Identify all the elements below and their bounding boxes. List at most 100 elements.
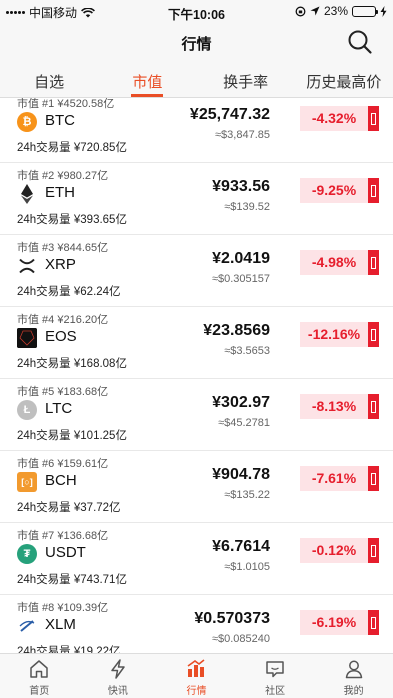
price-cny: ¥933.56: [212, 178, 270, 195]
market-cap-rank: 市值 #3 ¥844.65亿: [17, 242, 109, 254]
volume-24h: 24h交易量 ¥393.65亿: [17, 214, 127, 226]
change-badge[interactable]: -4.98%: [300, 250, 368, 275]
market-chart-icon: [188, 659, 205, 677]
coin-row[interactable]: 市值 #7 ¥136.68亿 ₮ USDT 24h交易量 ¥743.71亿 ¥6.761…: [0, 523, 393, 595]
coin-row[interactable]: 市值 #8 ¥109.39亿 XLM 24h交易量 ¥19.22亿 ¥0.570373…: [0, 595, 393, 653]
change-badge[interactable]: -7.61%: [300, 466, 368, 491]
price-usd: ≈$0.305157: [211, 273, 270, 285]
trend-chart-icon[interactable]: [368, 466, 379, 491]
market-cap-rank: 市值 #1 ¥4520.58亿: [17, 98, 115, 110]
price-cny: ¥302.97: [212, 394, 270, 411]
tabbar-profile[interactable]: 我的: [314, 654, 393, 698]
tab-all-time-high[interactable]: 历史最高价: [295, 62, 393, 97]
litecoin-icon: Ł: [17, 400, 37, 420]
tether-icon: ₮: [17, 544, 37, 564]
home-icon: [30, 660, 49, 678]
market-cap-rank: 市值 #7 ¥136.68亿: [17, 530, 109, 542]
change-badge[interactable]: -12.16%: [300, 322, 368, 347]
tab-market-cap[interactable]: 市值: [98, 62, 196, 97]
volume-24h: 24h交易量 ¥19.22亿: [17, 646, 121, 653]
volume-24h: 24h交易量 ¥37.72亿: [17, 502, 121, 514]
page-title: 行情: [181, 36, 212, 53]
charging-icon: [380, 5, 387, 17]
trend-chart-icon[interactable]: [368, 322, 379, 347]
price-usd: ≈$139.52: [224, 201, 270, 213]
battery-icon: [352, 5, 378, 17]
coin-symbol: ETH: [45, 184, 75, 201]
trend-chart-icon[interactable]: [368, 394, 379, 419]
ripple-icon: [17, 256, 37, 276]
change-badge[interactable]: -0.12%: [300, 538, 368, 563]
price-cny: ¥0.570373: [194, 610, 270, 627]
volume-24h: 24h交易量 ¥62.24亿: [17, 286, 121, 298]
trend-chart-icon[interactable]: [368, 250, 379, 275]
price-usd: ≈$3.5653: [224, 345, 270, 357]
coin-row[interactable]: 市值 #5 ¥183.68亿 Ł LTC 24h交易量 ¥101.25亿 ¥302.97…: [0, 379, 393, 451]
market-cap-rank: 市值 #6 ¥159.61亿: [17, 458, 109, 470]
change-badge[interactable]: -8.13%: [300, 394, 368, 419]
price-usd: ≈$135.22: [224, 489, 270, 501]
coin-symbol: LTC: [45, 400, 73, 417]
tab-turnover[interactable]: 换手率: [197, 62, 295, 97]
coin-row[interactable]: 市值 #6 ¥159.61亿 [○] BCH 24h交易量 ¥37.72亿 ¥904.7…: [0, 451, 393, 523]
price-cny: ¥23.8569: [203, 322, 270, 339]
location-icon: [310, 6, 320, 16]
search-icon[interactable]: [347, 29, 373, 55]
user-icon: [345, 660, 362, 679]
tabbar-home[interactable]: 首页: [0, 654, 79, 698]
coin-row[interactable]: 市值 #3 ¥844.65亿 XRP 24h交易量 ¥62.24亿 ¥2.0419 ≈$…: [0, 235, 393, 307]
tab-watchlist[interactable]: 自选: [0, 62, 98, 97]
trend-chart-icon[interactable]: [368, 106, 379, 131]
tabbar-label: 社区: [265, 686, 286, 697]
tabbar-label: 快讯: [107, 686, 128, 697]
volume-24h: 24h交易量 ¥168.08亿: [17, 358, 127, 370]
bitcoin-cash-icon: [○]: [17, 472, 37, 492]
trend-chart-icon[interactable]: [368, 178, 379, 203]
ethereum-icon: [17, 184, 37, 204]
coin-row[interactable]: 市值 #1 ¥4520.58亿 ₿ BTC 24h交易量 ¥720.85亿 ¥25,74…: [0, 98, 393, 163]
coin-row[interactable]: 市值 #4 ¥216.20亿 EOS 24h交易量 ¥168.08亿 ¥23.8569…: [0, 307, 393, 379]
market-tabs: 自选 市值 换手率 历史最高价: [0, 62, 393, 98]
market-cap-rank: 市值 #5 ¥183.68亿: [17, 386, 109, 398]
market-cap-rank: 市值 #8 ¥109.39亿: [17, 602, 109, 614]
coin-symbol: USDT: [45, 544, 86, 561]
status-bar: 中国移动 下午10:06 23%: [0, 0, 393, 22]
eos-icon: [17, 328, 37, 348]
bottom-tab-bar: 首页 快讯 行情 社区 我的: [0, 653, 393, 698]
price-usd: ≈$3,847.85: [215, 129, 270, 141]
volume-24h: 24h交易量 ¥743.71亿: [17, 574, 127, 586]
price-usd: ≈$1.0105: [224, 561, 270, 573]
coin-row[interactable]: 市值 #2 ¥980.27亿 ETH 24h交易量 ¥393.65亿 ¥933.56 ≈…: [0, 163, 393, 235]
chat-icon: [266, 661, 284, 678]
coin-symbol: XRP: [45, 256, 76, 273]
change-badge[interactable]: -9.25%: [300, 178, 368, 203]
tabbar-label: 我的: [343, 686, 364, 697]
battery-percent: 23%: [323, 4, 348, 18]
coin-list[interactable]: 市值 #1 ¥4520.58亿 ₿ BTC 24h交易量 ¥720.85亿 ¥25,74…: [0, 98, 393, 653]
trend-chart-icon[interactable]: [368, 610, 379, 635]
change-badge[interactable]: -4.32%: [300, 106, 368, 131]
price-cny: ¥2.0419: [212, 250, 270, 267]
bitcoin-icon: ₿: [17, 112, 37, 132]
stellar-icon: [17, 616, 37, 636]
tabbar-label: 行情: [186, 686, 207, 697]
volume-24h: 24h交易量 ¥720.85亿: [17, 142, 127, 154]
price-usd: ≈$0.085240: [211, 633, 270, 645]
market-cap-rank: 市值 #2 ¥980.27亿: [17, 170, 109, 182]
volume-24h: 24h交易量 ¥101.25亿: [17, 430, 127, 442]
market-cap-rank: 市值 #4 ¥216.20亿: [17, 314, 109, 326]
lightning-icon: [111, 659, 125, 679]
coin-symbol: BTC: [45, 112, 75, 129]
trend-chart-icon[interactable]: [368, 538, 379, 563]
coin-symbol: XLM: [45, 616, 76, 633]
coin-symbol: EOS: [45, 328, 77, 345]
tabbar-market[interactable]: 行情: [157, 654, 236, 698]
price-cny: ¥904.78: [212, 466, 270, 483]
price-cny: ¥25,747.32: [189, 106, 270, 123]
price-usd: ≈$45.2781: [218, 417, 270, 429]
tabbar-news[interactable]: 快讯: [79, 654, 158, 698]
status-right: 23%: [295, 4, 387, 18]
price-cny: ¥6.7614: [212, 538, 270, 555]
change-badge[interactable]: -6.19%: [300, 610, 368, 635]
tabbar-community[interactable]: 社区: [236, 654, 315, 698]
